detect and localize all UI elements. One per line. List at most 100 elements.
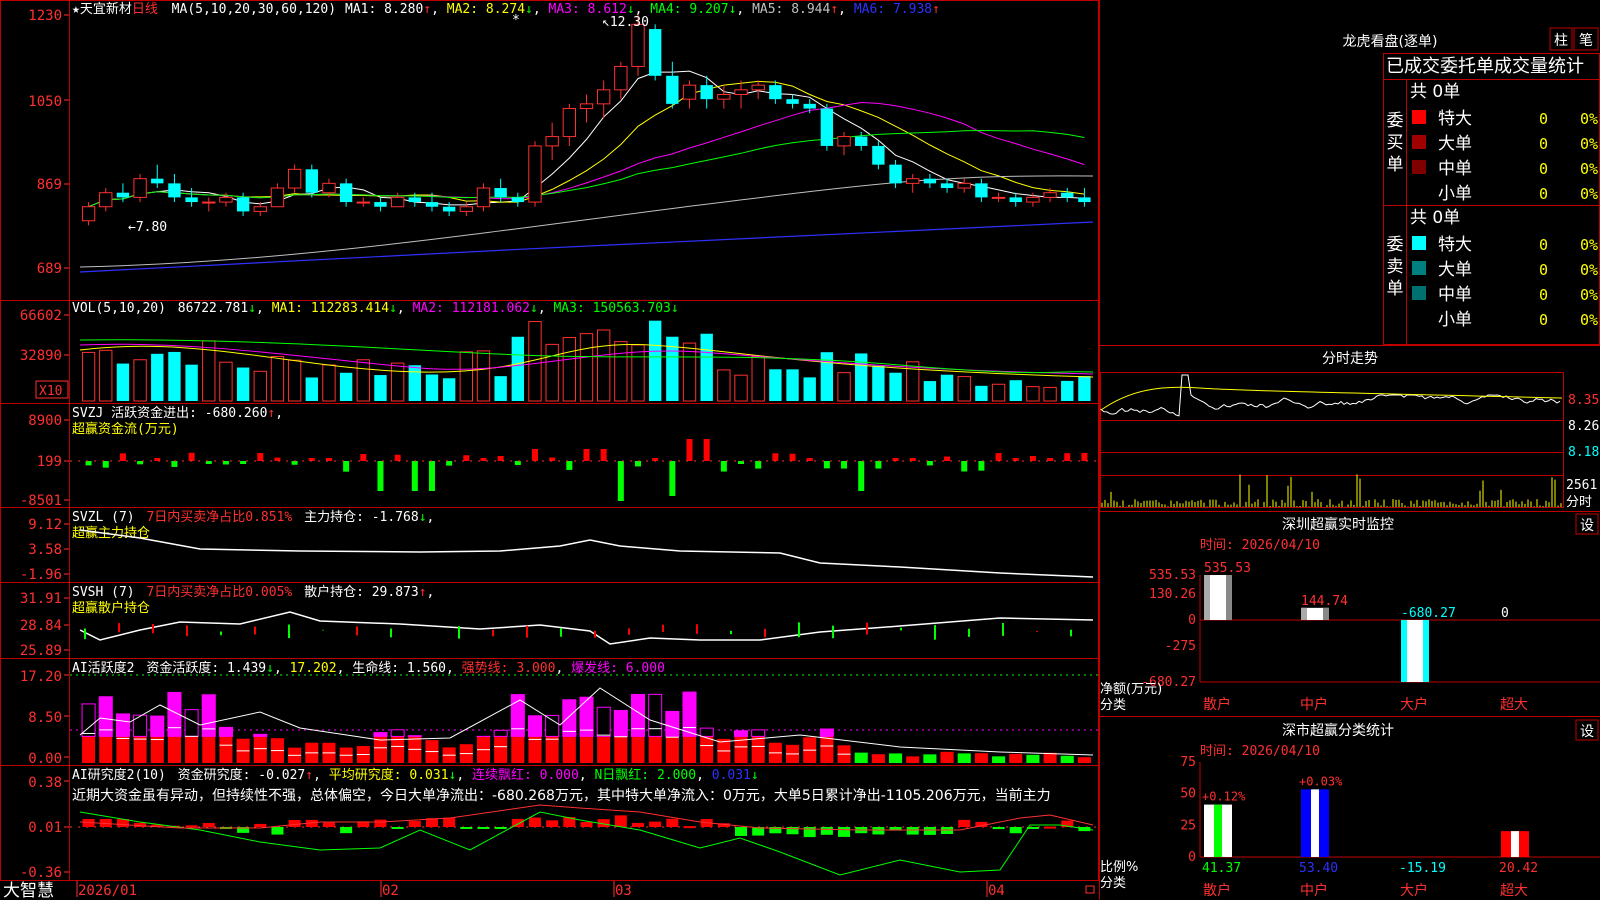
candle-up: [734, 89, 748, 96]
vol-bar-down: [872, 365, 885, 401]
intraday-price-label: 8.35: [1568, 393, 1599, 408]
vol-bar-down: [339, 372, 353, 401]
chart-canvas[interactable]: 1230 1050 869 689 ★天宜新材日线 MA(5,10,20,30,…: [0, 0, 1600, 900]
share-bar-stripe: [1214, 804, 1222, 857]
order-color-swatch: [1412, 160, 1426, 174]
svzl-axis-label: -1.96: [20, 567, 62, 583]
vol-bar-down: [408, 365, 421, 401]
outflow-bar: [171, 461, 178, 467]
intraday-price-label: 8.18: [1568, 445, 1599, 460]
activity-bar: [682, 736, 697, 763]
vol-bar-up: [476, 350, 491, 402]
svsh-axis-label: 28.84: [20, 618, 62, 634]
intraday-price-line: [1100, 374, 1561, 417]
outflow-bar: [102, 461, 109, 468]
sz-monitor-title: 深圳超赢实时监控: [1282, 516, 1394, 533]
inflow-bar: [394, 454, 401, 461]
outflow-bar: [291, 461, 298, 465]
candle-up: [81, 206, 96, 222]
inflow-bar: [119, 453, 126, 461]
vol-bar-up: [562, 337, 577, 402]
vol-bar-up: [717, 369, 731, 402]
research-bar: [872, 827, 885, 835]
order-percent: 0%: [1580, 160, 1598, 178]
candle-down: [769, 85, 782, 100]
candle-down: [374, 202, 387, 207]
activity-bar: [167, 736, 181, 763]
research-bar: [958, 819, 971, 827]
bar-value-label: 535.53: [1204, 561, 1251, 576]
order-count: 0: [1539, 110, 1548, 128]
vol-bar-down: [425, 374, 439, 401]
svsh-subtitle: 超赢散户持仓: [72, 600, 150, 616]
activity-bar: [631, 736, 645, 763]
candle-down: [494, 188, 507, 198]
sz-stats-axis-label: 0: [1188, 850, 1196, 865]
vol-bar-down: [494, 376, 507, 401]
vol-bar-up: [270, 356, 285, 402]
candle-down: [648, 29, 662, 76]
candle-up: [751, 84, 765, 91]
buy-side-label: 买: [1387, 133, 1404, 153]
vol-bar-up: [356, 359, 370, 402]
vol-bar-up: [287, 359, 302, 402]
candle-down: [872, 145, 885, 165]
order-color-swatch: [1412, 236, 1426, 250]
candle-down: [855, 136, 868, 146]
vol-bar-down: [1009, 380, 1022, 401]
candle-up: [219, 196, 233, 203]
ai-research-commentary: 近期大资金虽有异动，但持续性不强，总体偏空，今日大单净流出：-680.268万元…: [72, 788, 1051, 804]
research-line-green: [79, 811, 1094, 876]
intraday-avg-line: [1100, 386, 1563, 411]
category-label: 大户: [1400, 696, 1428, 713]
research-bar: [1044, 826, 1057, 829]
net-flow-bar-shade: [1323, 607, 1329, 620]
svzl-header: SVZL (7) 7日内买卖净占比0.851% 主力持仓: -1.768↓,: [72, 509, 434, 525]
research-bar: [649, 821, 662, 827]
activity-bar: [1060, 755, 1074, 763]
svsh-plot: [79, 611, 1094, 645]
candle-up: [99, 192, 113, 208]
sz-stats-time: 时间: 2026/04/10: [1200, 744, 1320, 759]
vol-bar-up: [1026, 386, 1040, 402]
vol-bar-down: [855, 353, 868, 401]
vol-bar-up: [751, 356, 765, 402]
bar-value-label: 41.37: [1202, 861, 1241, 876]
candle-up: [596, 89, 611, 105]
candle-up: [253, 206, 267, 212]
category-label: 中户: [1300, 882, 1328, 899]
sz-monitor-axis-label: 535.53: [1149, 568, 1196, 583]
activity-bar: [133, 736, 147, 763]
chart-header: ★天宜新材日线 MA(5,10,20,30,60,120): [72, 1, 336, 17]
candle-up: [270, 187, 285, 208]
activity-bar: [923, 754, 937, 763]
activity-bar-burst: [201, 694, 216, 737]
candle-down: [923, 178, 937, 184]
ai-active-axis-label: 0.00: [28, 751, 62, 767]
price-axis-label: 1050: [28, 94, 62, 110]
research-bar: [477, 827, 490, 829]
vol-bar-down: [786, 369, 799, 401]
svzl-axis-label: 9.12: [28, 517, 62, 533]
date-tick-label: 02: [382, 883, 399, 899]
bar-mode-label: 柱: [1554, 33, 1568, 49]
inflow-bar: [531, 449, 538, 461]
vol-bar-up: [545, 343, 559, 402]
activity-bar-burst: [682, 691, 697, 737]
candle-down: [168, 183, 181, 198]
outflow-bar: [926, 461, 933, 466]
intraday-title: 分时走势: [1322, 351, 1378, 367]
outflow-bar: [428, 461, 435, 491]
vol-bar-up: [81, 351, 96, 402]
lhb-title: 龙虎看盘(逐单): [1343, 33, 1438, 50]
candle-down: [185, 197, 198, 203]
inflow-bar: [188, 452, 195, 461]
candle-down: [425, 202, 439, 207]
order-count: 0: [1539, 185, 1548, 203]
sell-total: 共 0单: [1410, 208, 1460, 228]
outflow-bar: [343, 461, 350, 472]
ma-params: MA(5,10,20,30,60,120): [172, 2, 336, 17]
vol-bar-down: [803, 377, 816, 401]
candle-down: [511, 197, 525, 203]
outflow-bar: [755, 461, 762, 469]
